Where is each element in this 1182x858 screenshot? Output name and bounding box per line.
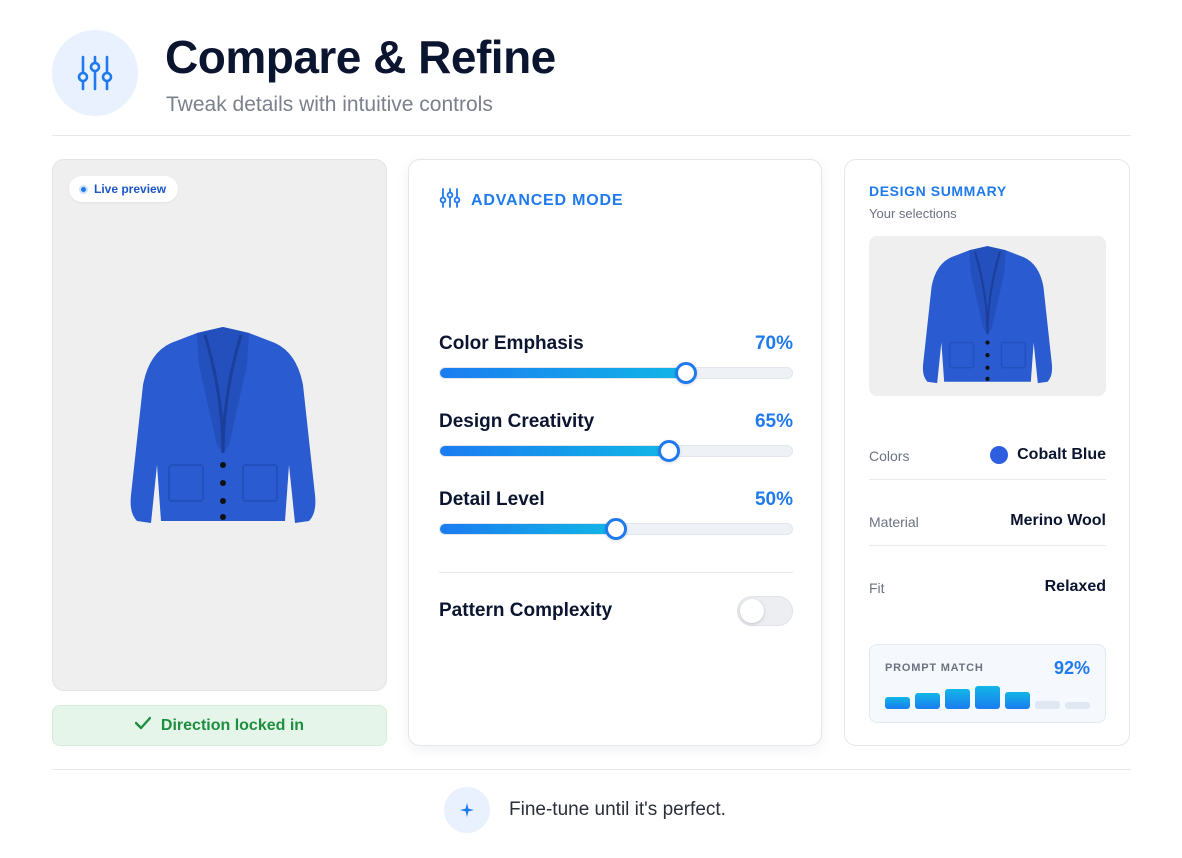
check-icon (134, 716, 152, 735)
divider (439, 572, 793, 573)
summary-title: DESIGN SUMMARY (869, 183, 1007, 199)
design-creativity-slider[interactable] (439, 440, 793, 462)
summary-image (869, 236, 1106, 396)
prompt-match-value: 92% (1053, 658, 1090, 678)
footer-divider (52, 769, 1131, 770)
slider-fill (440, 524, 616, 534)
toggle-knob (740, 599, 764, 623)
slider-fill (440, 446, 669, 456)
advanced-mode-header: ADVANCED MODE (439, 187, 623, 214)
match-bar (1005, 692, 1030, 709)
slider-thumb[interactable] (605, 518, 627, 540)
summary-row-fit: Fit Relaxed (869, 568, 1106, 612)
advanced-controls-card: ADVANCED MODE Color Emphasis 70% Design … (408, 159, 822, 746)
summary-value: Relaxed (1044, 578, 1106, 595)
match-bar (1065, 702, 1090, 709)
page-header: Compare & Refine Tweak details with intu… (52, 30, 1131, 136)
sparkle-icon (444, 787, 490, 833)
direction-locked-status: Direction locked in (52, 705, 387, 746)
match-bar (1035, 701, 1060, 709)
cardigan-thumbnail (922, 246, 1053, 384)
slider-label: Color Emphasis (439, 333, 584, 354)
summary-key: Colors (869, 448, 910, 464)
live-preview-label: Live preview (94, 182, 167, 196)
summary-value-wrap: Cobalt Blue (990, 446, 1106, 464)
slider-thumb[interactable] (675, 362, 698, 384)
slider-value: 70% (754, 333, 793, 354)
match-bar (885, 697, 910, 709)
direction-locked-label: Direction locked in (160, 716, 305, 734)
pattern-complexity-label: Pattern Complexity (439, 600, 613, 621)
live-preview-panel: Live preview (52, 159, 387, 691)
detail-level-slider[interactable] (439, 518, 793, 540)
color-swatch (990, 446, 1009, 464)
footer-tagline: Fine-tune until it's perfect. (509, 799, 726, 820)
summary-value: Merino Wool (1010, 512, 1106, 529)
slider-value: 50% (754, 489, 793, 510)
slider-value: 65% (754, 411, 793, 432)
summary-row-colors: Colors Cobalt Blue (869, 436, 1106, 480)
summary-row-material: Material Merino Wool (869, 502, 1106, 546)
page-title: Compare & Refine (165, 31, 556, 83)
slider-label: Detail Level (439, 489, 545, 510)
prompt-match-bars (885, 683, 1092, 709)
page-subtitle: Tweak details with intuitive controls (166, 93, 493, 116)
sliders-icon (52, 30, 138, 116)
live-dot-icon (79, 184, 88, 194)
advanced-mode-label: ADVANCED MODE (471, 191, 624, 209)
summary-value: Cobalt Blue (1017, 446, 1106, 463)
match-bar (975, 686, 1000, 709)
color-emphasis-slider[interactable] (439, 362, 793, 384)
design-summary-card: DESIGN SUMMARY Your selections Colors Co… (844, 159, 1130, 746)
summary-subtitle: Your selections (869, 206, 957, 221)
live-preview-badge: Live preview (69, 176, 179, 202)
slider-fill (440, 368, 687, 378)
match-bar (915, 693, 940, 709)
slider-thumb[interactable] (657, 440, 680, 462)
cardigan-image (130, 327, 316, 523)
prompt-match-box: PROMPT MATCH 92% (869, 644, 1106, 723)
summary-key: Fit (869, 580, 885, 596)
prompt-match-label: PROMPT MATCH (885, 662, 984, 674)
match-bar (945, 689, 970, 709)
slider-label: Design Creativity (439, 411, 595, 432)
summary-key: Material (869, 514, 919, 530)
sliders-icon (439, 187, 461, 214)
pattern-complexity-toggle[interactable] (737, 596, 793, 626)
